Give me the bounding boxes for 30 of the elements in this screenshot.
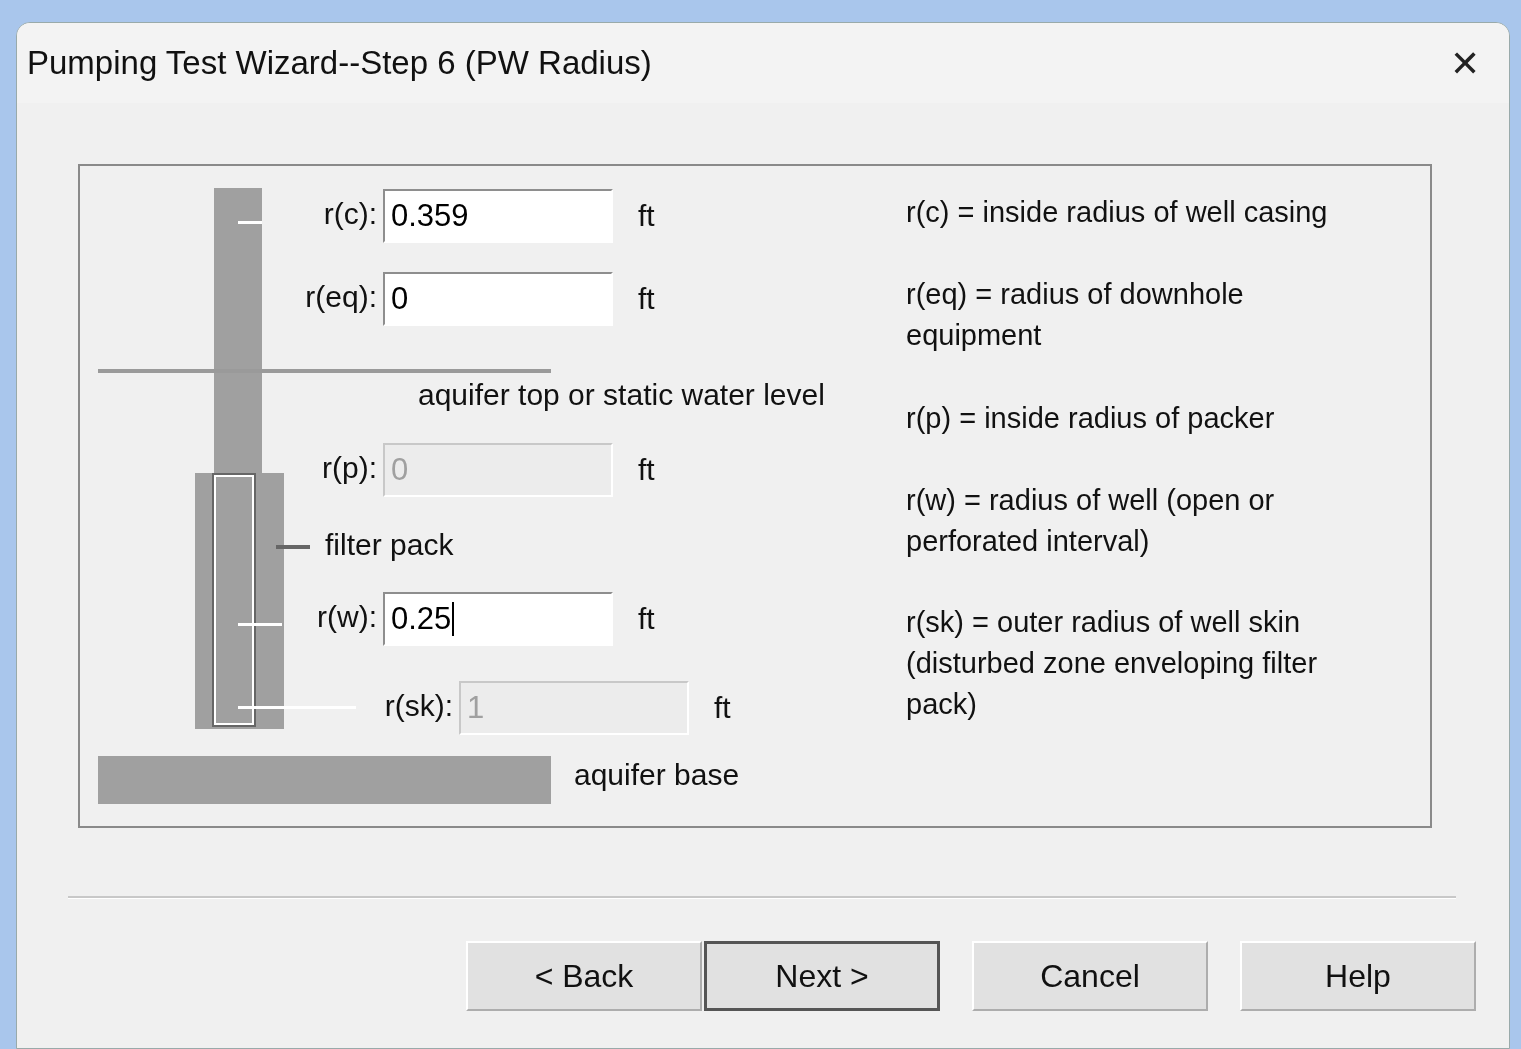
unit-label: ft bbox=[714, 691, 731, 725]
diagram-label: filter pack bbox=[325, 528, 454, 562]
field-label: r(eq): bbox=[304, 280, 377, 314]
text-cursor bbox=[452, 602, 455, 636]
input-field[interactable]: 0.25 bbox=[383, 592, 613, 646]
unit-label: ft bbox=[638, 453, 655, 487]
field-label: r(p): bbox=[321, 451, 377, 485]
input-field[interactable]: 0 bbox=[383, 272, 613, 326]
close-button[interactable]: ✕ bbox=[1435, 33, 1495, 93]
diagram-label: aquifer top or static water level bbox=[418, 378, 825, 412]
field-label: r(c): bbox=[322, 197, 377, 231]
field-label: r(sk): bbox=[383, 689, 453, 723]
diagram-label: aquifer base bbox=[574, 758, 740, 792]
description-text: r(eq) = radius of downhole equipment bbox=[906, 277, 1245, 353]
unit-label: ft bbox=[638, 199, 655, 233]
description-text: r(p) = inside radius of packer bbox=[906, 401, 1276, 436]
tick-mark bbox=[238, 221, 262, 224]
input-field[interactable]: 0.359 bbox=[383, 189, 613, 243]
dialog-button[interactable]: < Back bbox=[466, 941, 702, 1011]
dialog-button[interactable]: Next > bbox=[704, 941, 940, 1011]
dialog-button[interactable]: Help bbox=[1240, 941, 1476, 1011]
description-text: r(sk) = outer radius of well skin (disturbed zone enveloping filter pack) bbox=[906, 605, 1319, 722]
unit-label: ft bbox=[638, 282, 655, 316]
dialog-button[interactable]: Cancel bbox=[972, 941, 1208, 1011]
description-text: r(w) = radius of well (open or perforated interval) bbox=[906, 483, 1276, 559]
unit-label: ft bbox=[638, 602, 655, 636]
window-title: Pumping Test Wizard--Step 6 (PW Radius) bbox=[27, 44, 652, 82]
field-label: r(w): bbox=[316, 600, 377, 634]
tick-mark bbox=[238, 623, 282, 626]
description-text: r(c) = inside radius of well casing bbox=[906, 195, 1329, 230]
